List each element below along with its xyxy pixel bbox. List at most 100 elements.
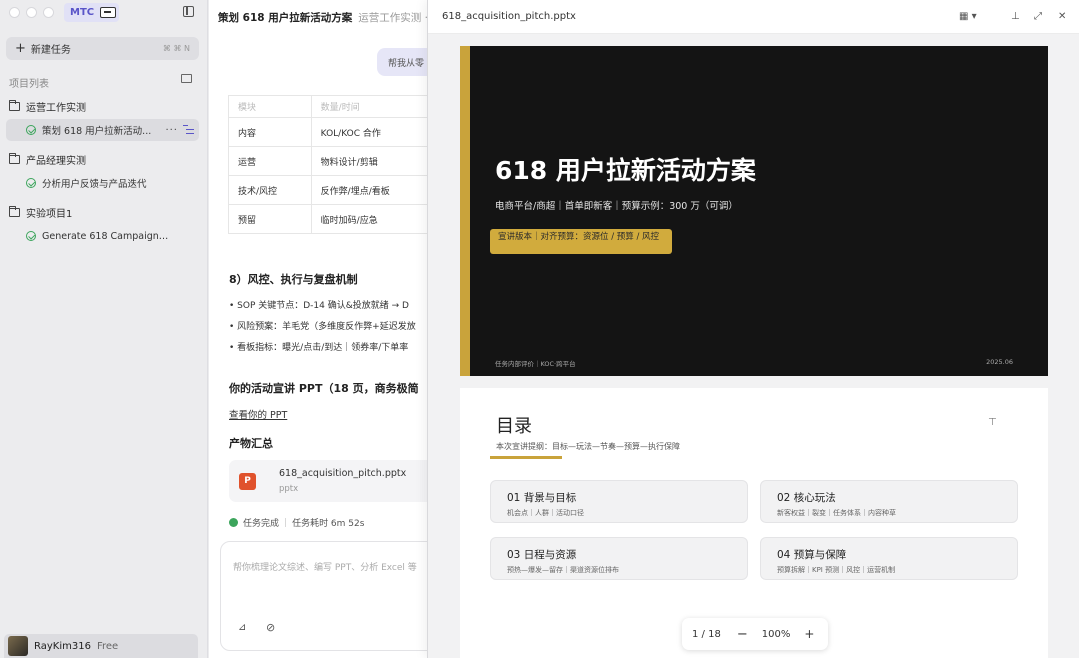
pptx-file-icon: P [239, 473, 256, 490]
task-status: 任务完成 | 任务耗时 6m 52s [229, 516, 364, 529]
avatar [8, 636, 28, 656]
agenda-item-sub: 预算拆解｜KPI 预测｜风控｜运营机制 [777, 566, 896, 574]
folder-icon [9, 206, 20, 217]
table-row: 预留 临时加码/应急 [228, 204, 429, 234]
table-cell: 内容 [228, 117, 312, 147]
new-task-shortcut: ⌘ ⌘ N [162, 44, 190, 53]
table-row: 内容 KOL/KOC 合作 [228, 117, 429, 147]
agenda-item-sub: 预热—爆发—留存｜渠道资源位排布 [507, 566, 619, 574]
agenda-item: 01 背景与目标 机会点｜人群｜活动口径 [490, 480, 748, 523]
new-folder-icon[interactable] [181, 74, 192, 83]
chat-header: 策划 618 用户拉新活动方案运营工作实测 · 23 [218, 10, 429, 25]
file-type: pptx [279, 484, 299, 494]
project-list-label: 项目列表 [9, 79, 49, 90]
task-label: 分析用户反馈与产品迭代 [42, 179, 147, 190]
success-icon [229, 518, 238, 527]
pin-icon[interactable]: ⊥ [1011, 11, 1020, 22]
new-task-button[interactable]: + 新建任务 ⌘ ⌘ N [6, 37, 199, 60]
task-item[interactable]: Generate 618 Campaign Delive... [6, 225, 199, 247]
file-card[interactable]: P 618_acquisition_pitch.pptx pptx [229, 460, 429, 502]
project-folder[interactable]: 运营工作实测 [9, 99, 86, 114]
task-item[interactable]: 策划 618 用户拉新活动... ··· [6, 119, 199, 141]
table-cell: 预留 [228, 204, 312, 234]
agenda-item-title: 04 预算与保障 [777, 549, 847, 561]
expand-icon[interactable]: ⤢ [1034, 11, 1042, 22]
folder-icon [9, 100, 20, 111]
zoom-window-button[interactable] [43, 7, 54, 18]
sidebar-toggle-icon[interactable] [183, 6, 194, 17]
attachment-icon[interactable]: ⊘ [266, 621, 275, 634]
folder-icon [9, 153, 20, 164]
budget-table: 模块 数量/时间 内容 KOL/KOC 合作 运营 物料设计/剪辑 技术/风控 … [228, 95, 429, 234]
divider: | [284, 517, 288, 528]
minimize-window-button[interactable] [26, 7, 37, 18]
page-zoom-control: 1 / 18 − 100% + [682, 618, 828, 650]
task-item[interactable]: 分析用户反馈与产品迭代 [6, 172, 199, 194]
project-name: 产品经理实测 [26, 156, 86, 167]
plus-icon: + [15, 41, 26, 56]
page-indicator[interactable]: 1 / 18 [692, 629, 721, 640]
project-folder[interactable]: 产品经理实测 [9, 152, 86, 167]
preview-filename: 618_acquisition_pitch.pptx [442, 11, 576, 22]
list-item-text: 风险预案：羊毛党（多维度反作弊+延迟发放 [237, 322, 416, 332]
slide-footer-left: 任务内部评价｜KOC·跨平台 [495, 360, 576, 368]
slide-menu-icon[interactable]: ⊤ [988, 417, 997, 428]
close-icon[interactable]: ✕ [1058, 11, 1066, 22]
username: RayKim316 [34, 640, 91, 652]
sidebar: MTC + 新建任务 ⌘ ⌘ N 项目列表 运营工作实测 策划 618 用户拉新… [0, 0, 208, 658]
list-item: • SOP 关键节点：D-14 确认&投放就绪 → D [229, 301, 409, 311]
brand-logo-icon [100, 7, 117, 18]
check-circle-icon [26, 231, 36, 241]
brand-name: MTC [70, 7, 95, 18]
agenda-item: 03 日程与资源 预热—爆发—留存｜渠道资源位排布 [490, 537, 748, 580]
user-account[interactable]: RayKim316 Free [4, 634, 198, 658]
more-options-icon[interactable]: ··· [165, 125, 178, 136]
status-duration: 任务耗时 6m 52s [292, 519, 365, 529]
brand-badge[interactable]: MTC [64, 3, 119, 22]
project-name: 运营工作实测 [26, 103, 86, 114]
agenda-item-sub: 新客权益｜裂变｜任务体系｜内容种草 [777, 509, 896, 517]
chat-subtitle: 运营工作实测 · 23 [358, 12, 429, 24]
new-task-label: 新建任务 [30, 45, 71, 56]
check-circle-icon [26, 178, 36, 188]
slide-description: 本次宣讲提纲：目标—玩法—节奏—预算—执行保障 [496, 442, 680, 451]
agenda-item: 04 预算与保障 预算拆解｜KPI 预测｜风控｜运营机制 [760, 537, 1018, 580]
table-cell: 反作弊/埋点/看板 [310, 175, 429, 205]
file-preview-panel: 618_acquisition_pitch.pptx ▦ ▾ ⊥ ⤢ ✕ 618… [427, 0, 1079, 658]
list-item-text: SOP 关键节点：D-14 确认&投放就绪 → D [237, 301, 409, 311]
agenda-item-title: 02 核心玩法 [777, 492, 836, 504]
table-cell: 临时加码/应急 [310, 204, 429, 234]
view-mode-icon[interactable]: ▦ ▾ [959, 11, 977, 22]
table-cell: 模块 [228, 95, 312, 118]
agenda-item-title: 03 日程与资源 [507, 549, 577, 561]
table-row: 模块 数量/时间 [228, 95, 429, 118]
composer-placeholder: 帮你梳理论文综述、编写 PPT、分析 Excel 等 [233, 563, 417, 573]
chat-title: 策划 618 用户拉新活动方案 [218, 12, 353, 24]
zoom-out-button[interactable]: − [737, 627, 748, 642]
file-name: 618_acquisition_pitch.pptx [279, 468, 407, 479]
table-cell: KOL/KOC 合作 [310, 117, 429, 147]
slide-tag: 宣讲版本｜对齐预算：资源位 / 预算 / 风控 [490, 229, 672, 254]
table-row: 技术/风控 反作弊/埋点/看板 [228, 175, 429, 205]
view-ppt-link[interactable]: 查看你的 PPT [229, 407, 287, 421]
message-composer[interactable]: 帮你梳理论文综述、编写 PPT、分析 Excel 等 ⊿ ⊘ [220, 541, 429, 651]
task-tree-icon[interactable] [183, 125, 194, 135]
prompt-template-icon[interactable]: ⊿ [238, 622, 246, 633]
status-done: 任务完成 [243, 519, 280, 529]
agenda-item-title: 01 背景与目标 [507, 492, 577, 504]
section-heading: 8）风控、执行与复盘机制 [229, 273, 358, 286]
slides-viewport[interactable]: 618 用户拉新活动方案 电商平台/商超｜首单即新客｜预算示例：300 万（可调… [428, 34, 1079, 658]
zoom-in-button[interactable]: + [804, 627, 814, 641]
pitch-heading: 你的活动宣讲 PPT（18 页，商务极简 [229, 382, 419, 395]
artifacts-heading: 产物汇总 [229, 437, 273, 450]
close-window-button[interactable] [9, 7, 20, 18]
table-cell: 数量/时间 [310, 95, 429, 118]
list-item: • 风险预案：羊毛党（多维度反作弊+延迟发放 [229, 322, 416, 332]
slide-footer-right: 2025.06 [986, 358, 1013, 366]
table-cell: 物料设计/剪辑 [310, 146, 429, 176]
window-controls [9, 7, 54, 18]
zoom-level: 100% [761, 628, 791, 640]
slide-cover: 618 用户拉新活动方案 电商平台/商超｜首单即新客｜预算示例：300 万（可调… [460, 46, 1048, 376]
project-folder[interactable]: 实验项目1 [9, 205, 72, 220]
slide-title: 618 用户拉新活动方案 [495, 156, 756, 185]
